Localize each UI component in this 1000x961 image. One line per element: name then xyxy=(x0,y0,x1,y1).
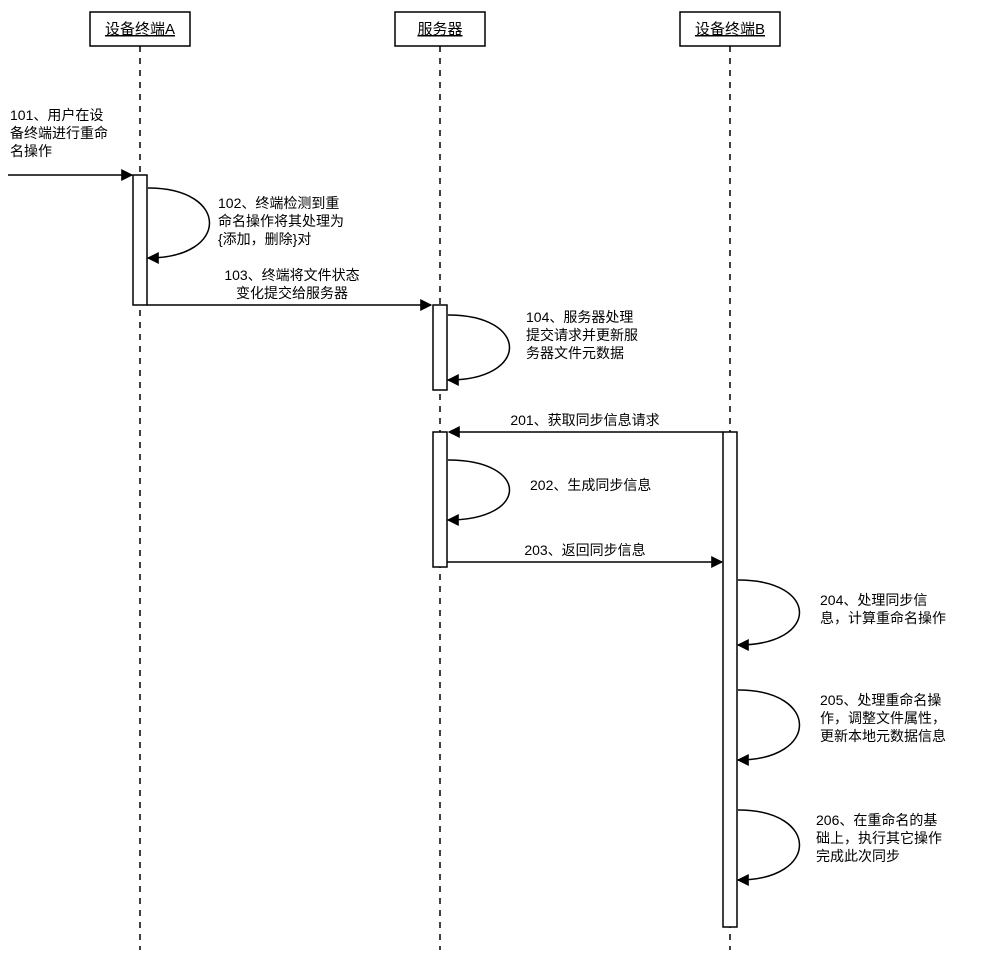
actor-a-label: 设备终端A xyxy=(105,21,175,38)
msg-205: 205、处理重命名操 作，调整文件属性， 更新本地元数据信息 xyxy=(738,690,946,760)
svg-text:息，计算重命名操作: 息，计算重命名操作 xyxy=(820,610,946,626)
svg-text:202、生成同步信息: 202、生成同步信息 xyxy=(530,477,651,493)
activation-server-1 xyxy=(433,305,447,390)
svg-text:103、终端将文件状态: 103、终端将文件状态 xyxy=(224,267,359,283)
svg-text:完成此次同步: 完成此次同步 xyxy=(816,848,900,864)
svg-text:础上，执行其它操作: 础上，执行其它操作 xyxy=(816,830,942,846)
svg-text:作，调整文件属性，: 作，调整文件属性， xyxy=(820,710,946,726)
msg-206: 206、在重命名的基 础上，执行其它操作 完成此次同步 xyxy=(738,810,942,880)
msg-101: 101、用户在设 备终端进行重命 名操作 xyxy=(8,107,132,175)
svg-text:203、返回同步信息: 203、返回同步信息 xyxy=(524,542,645,558)
svg-text:204、处理同步信: 204、处理同步信 xyxy=(820,592,927,608)
svg-text:101、用户在设: 101、用户在设 xyxy=(10,107,103,123)
msg-104: 104、服务器处理 提交请求并更新服 务器文件元数据 xyxy=(448,309,638,380)
svg-text:务器文件元数据: 务器文件元数据 xyxy=(526,345,624,361)
actor-server: 服务器 xyxy=(395,12,485,46)
sequence-diagram: 设备终端A 服务器 设备终端B 101、用户在设 备终端进行重命 名操作 102… xyxy=(0,0,1000,961)
msg-102: 102、终端检测到重 命名操作将其处理为 {添加，删除}对 xyxy=(148,188,344,258)
svg-text:备终端进行重命: 备终端进行重命 xyxy=(10,125,108,141)
msg-202: 202、生成同步信息 xyxy=(448,460,651,520)
svg-text:206、在重命名的基: 206、在重命名的基 xyxy=(816,812,937,828)
svg-text:变化提交给服务器: 变化提交给服务器 xyxy=(236,285,348,301)
actor-a: 设备终端A xyxy=(90,12,190,46)
actor-b-label: 设备终端B xyxy=(695,21,765,38)
svg-text:205、处理重命名操: 205、处理重命名操 xyxy=(820,692,941,708)
svg-text:102、终端检测到重: 102、终端检测到重 xyxy=(218,195,339,211)
svg-text:104、服务器处理: 104、服务器处理 xyxy=(526,309,633,325)
svg-text:命名操作将其处理为: 命名操作将其处理为 xyxy=(218,213,344,229)
activation-a xyxy=(133,175,147,305)
svg-text:201、获取同步信息请求: 201、获取同步信息请求 xyxy=(510,412,659,428)
msg-203: 203、返回同步信息 xyxy=(447,542,722,562)
activation-b xyxy=(723,432,737,927)
actor-b: 设备终端B xyxy=(680,12,780,46)
activation-server-2 xyxy=(433,432,447,567)
svg-text:{添加，删除}对: {添加，删除}对 xyxy=(218,231,311,247)
msg-204: 204、处理同步信 息，计算重命名操作 xyxy=(738,580,946,645)
actor-server-label: 服务器 xyxy=(417,21,462,38)
svg-text:更新本地元数据信息: 更新本地元数据信息 xyxy=(820,728,946,744)
svg-text:提交请求并更新服: 提交请求并更新服 xyxy=(526,327,638,343)
svg-text:名操作: 名操作 xyxy=(10,143,52,159)
msg-103: 103、终端将文件状态 变化提交给服务器 xyxy=(147,267,431,305)
msg-201: 201、获取同步信息请求 xyxy=(449,412,723,432)
